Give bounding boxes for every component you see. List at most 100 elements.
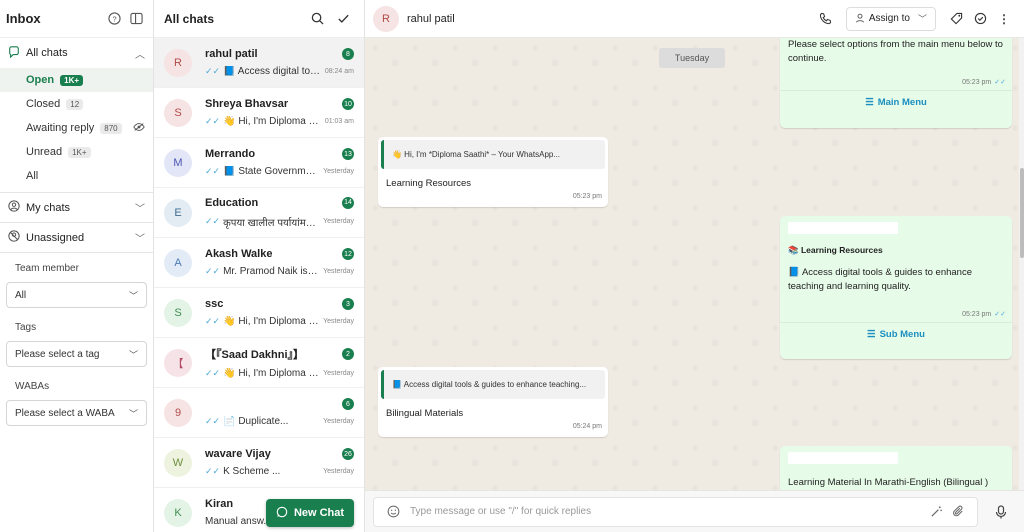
messages-scrollbar[interactable] — [1019, 38, 1024, 490]
scroll-thumb[interactable] — [1020, 168, 1024, 258]
message-outgoing[interactable]: Please select options from the main menu… — [780, 38, 1012, 128]
tags-select[interactable]: Please select a tag ﹀ — [6, 341, 147, 367]
chevron-down-icon: ﹀ — [128, 408, 138, 419]
message-time: 05:23 pm ✓✓ — [962, 310, 1006, 318]
contact-avatar[interactable]: R — [373, 5, 399, 32]
chat-list-item[interactable]: S Shreya Bhavsar 10 ✓✓ 👋 Hi, I'm Diploma… — [154, 88, 364, 138]
chat-list-item[interactable]: 【 【『Saad Dakhni』】 2 ✓✓ 👋 Hi, I'm Diploma… — [154, 338, 364, 388]
chat-list-header: All chats — [154, 0, 364, 38]
wabas-select[interactable]: Please select a WABA ﹀ — [6, 400, 147, 426]
chat-list-item[interactable]: R rahul patil 8 ✓✓ 📘 Access digital too.… — [154, 38, 364, 88]
message-text: 📘 Access digital tools & guides to enhan… — [788, 267, 972, 293]
read-ticks-icon: ✓✓ — [205, 166, 221, 176]
help-icon[interactable]: ? — [103, 8, 125, 30]
main-menu-button[interactable]: ☰ Main Menu — [780, 89, 1012, 114]
message-text: Please select options from the main menu… — [788, 39, 1003, 64]
message-input[interactable] — [410, 506, 925, 517]
tags-value: Please select a tag — [15, 348, 100, 360]
message-time: 05:23 pm ✓✓ — [962, 78, 1006, 86]
chat-preview: Mr. Pramod Naik is t... — [223, 266, 320, 277]
conversation-header: R rahul patil Assign to ﹀ ⋮ — [365, 0, 1024, 38]
status-unread-count: 1K+ — [68, 146, 91, 158]
chat-preview: 👋 Hi, I'm Diploma S... — [223, 116, 321, 127]
nav-all-chats-label: All chats — [26, 47, 68, 59]
chat-status-icon[interactable] — [968, 7, 992, 31]
svg-text:?: ? — [112, 14, 116, 23]
microphone-icon[interactable] — [986, 497, 1016, 527]
conversation-panel: R rahul patil Assign to ﹀ ⋮ Tuesday Plea… — [365, 0, 1024, 532]
chat-body: rahul patil 8 ✓✓ 📘 Access digital too...… — [205, 48, 354, 77]
nav-my-chats-label: My chats — [26, 201, 71, 214]
status-awaiting-reply[interactable]: Awaiting reply 870 — [0, 116, 153, 140]
check-icon[interactable] — [332, 8, 354, 30]
unread-badge: 12 — [342, 248, 354, 260]
wabas-value: Please select a WABA — [15, 407, 115, 419]
nav-unassigned[interactable]: Unassigned ﹀ — [0, 223, 153, 252]
emoji-icon[interactable] — [382, 501, 404, 523]
new-chat-label: New Chat — [293, 507, 345, 519]
chat-name: Shreya Bhavsar — [205, 98, 289, 110]
chat-name: 【『Saad Dakhni』】 — [205, 349, 305, 361]
message-outgoing[interactable]: 📚 Learning Resources 📘 Access digital to… — [780, 216, 1012, 359]
message-heading: 📚 Learning Resources — [788, 245, 883, 255]
chat-list-item[interactable]: S ssc 3 ✓✓ 👋 Hi, I'm Diploma S... Yester… — [154, 288, 364, 338]
unread-badge: 3 — [342, 298, 354, 310]
team-member-select[interactable]: All ﹀ — [6, 282, 147, 308]
tag-icon[interactable] — [944, 7, 968, 31]
chat-avatar: 9 — [164, 398, 192, 427]
day-separator: Tuesday — [659, 48, 725, 68]
chat-list-item[interactable]: E Education 14 ✓✓ कृपया खालील पर्यायांमध… — [154, 188, 364, 238]
chat-body: wavare Vijay 26 ✓✓ K Scheme ... Yesterda… — [205, 448, 354, 477]
contact-name[interactable]: rahul patil — [407, 13, 814, 25]
status-awaiting-count: 870 — [100, 122, 122, 134]
chevron-down-icon: ﹀ — [128, 349, 138, 360]
chat-list-item[interactable]: A Akash Walke 12 ✓✓ Mr. Pramod Naik is t… — [154, 238, 364, 288]
status-closed[interactable]: Closed 12 — [0, 92, 153, 116]
chat-body: Akash Walke 12 ✓✓ Mr. Pramod Naik is t..… — [205, 248, 354, 277]
chat-preview: K Scheme ... — [223, 466, 281, 477]
chat-preview: 📄 Duplicate... — [223, 416, 289, 427]
hidden-eye-icon[interactable] — [133, 122, 145, 135]
chat-list-title: All chats — [164, 11, 215, 26]
nav-all-chats[interactable]: All chats ︿ — [0, 38, 153, 68]
new-chat-button[interactable]: New Chat — [266, 499, 354, 527]
status-open[interactable]: Open 1K+ — [0, 68, 153, 92]
chat-name: Merrando — [205, 148, 256, 160]
messages-area[interactable]: Tuesday Please select options from the m… — [365, 38, 1024, 490]
status-all[interactable]: All — [0, 164, 153, 188]
chat-avatar: S — [164, 298, 192, 327]
magic-wand-icon[interactable] — [925, 501, 947, 523]
collapse-panel-icon[interactable] — [125, 8, 147, 30]
wabas-label: WABAs — [15, 381, 50, 392]
nav-my-chats[interactable]: My chats ﹀ — [0, 193, 153, 222]
chevron-down-icon[interactable]: ﹀ — [135, 230, 145, 245]
chat-time: 08:24 am — [324, 68, 354, 75]
phone-icon[interactable] — [814, 7, 838, 31]
status-unread[interactable]: Unread 1K+ — [0, 140, 153, 164]
chat-list-item[interactable]: 9 6 ✓✓ 📄 Duplicate... Yesterday — [154, 388, 364, 438]
chat-preview: कृपया खालील पर्यायांमधून... — [223, 217, 320, 229]
status-unread-label: Unread — [26, 146, 63, 158]
attachment-icon[interactable] — [947, 501, 969, 523]
chat-body: ssc 3 ✓✓ 👋 Hi, I'm Diploma S... Yesterda… — [205, 298, 354, 327]
assign-to-dropdown[interactable]: Assign to ﹀ — [845, 6, 936, 31]
chevron-down-icon[interactable]: ﹀ — [135, 200, 145, 215]
sub-menu-button[interactable]: ☰ Sub Menu — [780, 321, 1012, 346]
message-outgoing[interactable]: Learning Material In Marathi-English (Bi… — [780, 446, 1012, 490]
nav-unassigned-label: Unassigned — [26, 231, 85, 244]
status-all-label: All — [26, 170, 39, 182]
status-closed-count: 12 — [66, 98, 84, 110]
chat-time: Yesterday — [323, 318, 354, 325]
chat-list-item[interactable]: M Merrando 13 ✓✓ 📘 State Governmen... Ye… — [154, 138, 364, 188]
message-incoming[interactable]: 👋 Hi, I'm *Diploma Saathi* – Your WhatsA… — [378, 137, 608, 207]
chevron-up-icon[interactable]: ︿ — [135, 46, 145, 61]
search-icon[interactable] — [306, 8, 328, 30]
chat-name: ssc — [205, 298, 224, 310]
chat-preview: 📘 State Governmen... — [223, 166, 320, 177]
chat-list-item[interactable]: W wavare Vijay 26 ✓✓ K Scheme ... Yester… — [154, 438, 364, 488]
chat-name: Kiran — [205, 498, 234, 510]
message-incoming[interactable]: 📘 Access digital tools & guides to enhan… — [378, 367, 608, 437]
quoted-message: 👋 Hi, I'm *Diploma Saathi* – Your WhatsA… — [381, 140, 605, 169]
chevron-down-icon: ﹀ — [917, 14, 927, 24]
more-vertical-icon[interactable]: ⋮ — [992, 7, 1016, 31]
